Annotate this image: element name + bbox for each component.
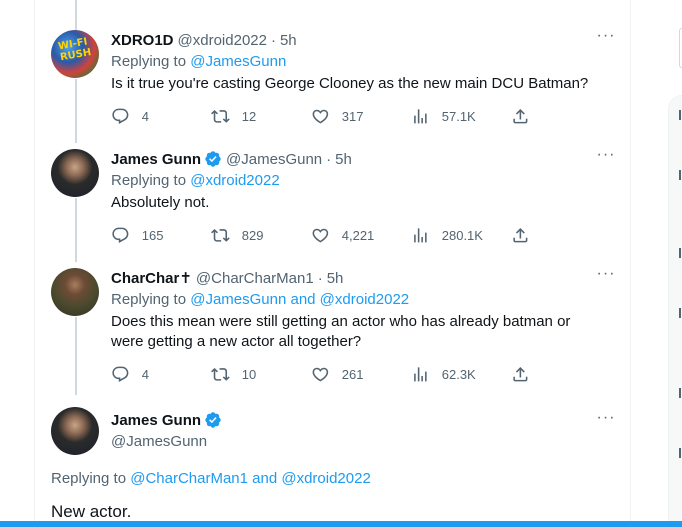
retweet-count: 10 bbox=[241, 366, 257, 382]
reply-count: 4 bbox=[141, 108, 149, 124]
display-name[interactable]: James Gunn bbox=[111, 151, 201, 168]
replying-to-label: Replying to bbox=[111, 53, 187, 70]
replying-to: Replying to @CharCharMan1 and @xdroid202… bbox=[51, 470, 371, 487]
retweet-button[interactable]: 10 bbox=[211, 365, 311, 384]
like-count: 4,221 bbox=[341, 227, 375, 243]
like-button[interactable]: 261 bbox=[311, 365, 411, 384]
views-button[interactable]: 280.1K bbox=[411, 226, 511, 245]
timestamp[interactable]: 5h bbox=[280, 32, 297, 49]
views-count: 57.1K bbox=[441, 108, 476, 124]
avatar[interactable] bbox=[51, 268, 99, 316]
retweet-icon bbox=[211, 365, 230, 384]
heart-icon bbox=[311, 107, 330, 126]
reply-button[interactable]: 165 bbox=[111, 226, 211, 245]
retweet-count: 829 bbox=[241, 227, 264, 243]
panel-text-fragment bbox=[679, 388, 681, 398]
share-icon bbox=[511, 107, 530, 126]
reply-button[interactable]: 4 bbox=[111, 365, 211, 384]
avatar-text: WI-FI RUSH bbox=[57, 36, 93, 64]
panel-text-fragment bbox=[679, 170, 681, 180]
views-count: 280.1K bbox=[441, 227, 483, 243]
views-chart-icon bbox=[411, 107, 430, 126]
display-name[interactable]: XDRO1D bbox=[111, 32, 174, 49]
retweet-icon bbox=[211, 107, 230, 126]
separator-dot: · bbox=[326, 150, 332, 168]
retweet-icon bbox=[211, 226, 230, 245]
heart-icon bbox=[311, 365, 330, 384]
timeline-column: WI-FI RUSH XDRO1D @xdroid2022 · 5h ··· R… bbox=[34, 0, 631, 527]
display-name[interactable]: CharChar✝ bbox=[111, 269, 192, 287]
views-chart-icon bbox=[411, 226, 430, 245]
reply-icon bbox=[111, 107, 130, 126]
panel-text-fragment bbox=[679, 308, 681, 318]
avatar[interactable] bbox=[51, 407, 99, 455]
views-button[interactable]: 62.3K bbox=[411, 365, 511, 384]
timestamp[interactable]: 5h bbox=[327, 270, 344, 287]
views-chart-icon bbox=[411, 365, 430, 384]
separator-dot: · bbox=[270, 31, 276, 49]
replying-to-link[interactable]: @xdroid2022 bbox=[190, 172, 279, 189]
retweet-count: 12 bbox=[241, 108, 257, 124]
panel-text-fragment bbox=[679, 110, 681, 120]
retweet-button[interactable]: 829 bbox=[211, 226, 311, 245]
replying-to-link[interactable]: @JamesGunn bbox=[190, 53, 286, 70]
avatar[interactable] bbox=[51, 149, 99, 197]
reply-count: 4 bbox=[141, 366, 149, 382]
views-button[interactable]: 57.1K bbox=[411, 107, 511, 126]
reply-button[interactable]: 4 bbox=[111, 107, 211, 126]
timestamp[interactable]: 5h bbox=[335, 151, 352, 168]
replying-to-label: Replying to bbox=[111, 172, 187, 189]
thread-line bbox=[75, 198, 77, 262]
views-count: 62.3K bbox=[441, 366, 476, 382]
retweet-button[interactable]: 12 bbox=[211, 107, 311, 126]
bottom-accent-bar bbox=[0, 521, 682, 527]
reply-icon bbox=[111, 226, 130, 245]
replying-to: Replying to @JamesGunn and @xdroid2022 bbox=[111, 290, 616, 310]
panel-text-fragment bbox=[679, 448, 681, 458]
share-button[interactable] bbox=[511, 226, 530, 245]
handle[interactable]: @JamesGunn bbox=[226, 151, 322, 168]
like-count: 261 bbox=[341, 366, 364, 382]
avatar[interactable]: WI-FI RUSH bbox=[51, 30, 99, 78]
like-button[interactable]: 317 bbox=[311, 107, 411, 126]
tweet-text: Absolutely not. bbox=[111, 194, 210, 211]
tweet-text: Is it true you're casting George Clooney… bbox=[111, 75, 589, 92]
replying-to: Replying to @JamesGunn bbox=[111, 52, 616, 72]
separator-dot: · bbox=[317, 269, 323, 287]
handle[interactable]: @CharCharMan1 bbox=[196, 270, 314, 287]
handle[interactable]: @JamesGunn bbox=[111, 432, 222, 452]
replying-to-link[interactable]: @CharCharMan1 and @xdroid2022 bbox=[130, 470, 371, 487]
tweet-text: New actor. bbox=[51, 502, 132, 521]
reply-icon bbox=[111, 365, 130, 384]
like-button[interactable]: 4,221 bbox=[311, 226, 411, 245]
heart-icon bbox=[311, 226, 330, 245]
more-options-icon[interactable]: ··· bbox=[596, 147, 616, 169]
replying-to-label: Replying to bbox=[111, 291, 187, 308]
tweet-text: Does this mean were still getting an act… bbox=[111, 313, 571, 350]
handle[interactable]: @xdroid2022 bbox=[178, 32, 267, 49]
more-options-icon[interactable]: ··· bbox=[596, 28, 616, 50]
reply-count: 165 bbox=[141, 227, 164, 243]
share-button[interactable] bbox=[511, 365, 530, 384]
panel-text-fragment bbox=[679, 248, 681, 258]
more-options-icon[interactable]: ··· bbox=[596, 266, 616, 288]
replying-to: Replying to @xdroid2022 bbox=[111, 171, 616, 191]
replying-to-label: Replying to bbox=[51, 470, 127, 487]
replying-to-link[interactable]: @JamesGunn and @xdroid2022 bbox=[190, 291, 409, 308]
verified-badge-icon bbox=[204, 411, 222, 429]
share-icon bbox=[511, 365, 530, 384]
more-options-icon[interactable]: ··· bbox=[596, 410, 616, 432]
thread-line bbox=[75, 0, 77, 30]
thread-line bbox=[75, 317, 77, 395]
verified-badge-icon bbox=[204, 150, 222, 168]
share-icon bbox=[511, 226, 530, 245]
display-name[interactable]: James Gunn bbox=[111, 412, 201, 429]
like-count: 317 bbox=[341, 108, 364, 124]
share-button[interactable] bbox=[511, 107, 530, 126]
thread-line bbox=[75, 79, 77, 143]
